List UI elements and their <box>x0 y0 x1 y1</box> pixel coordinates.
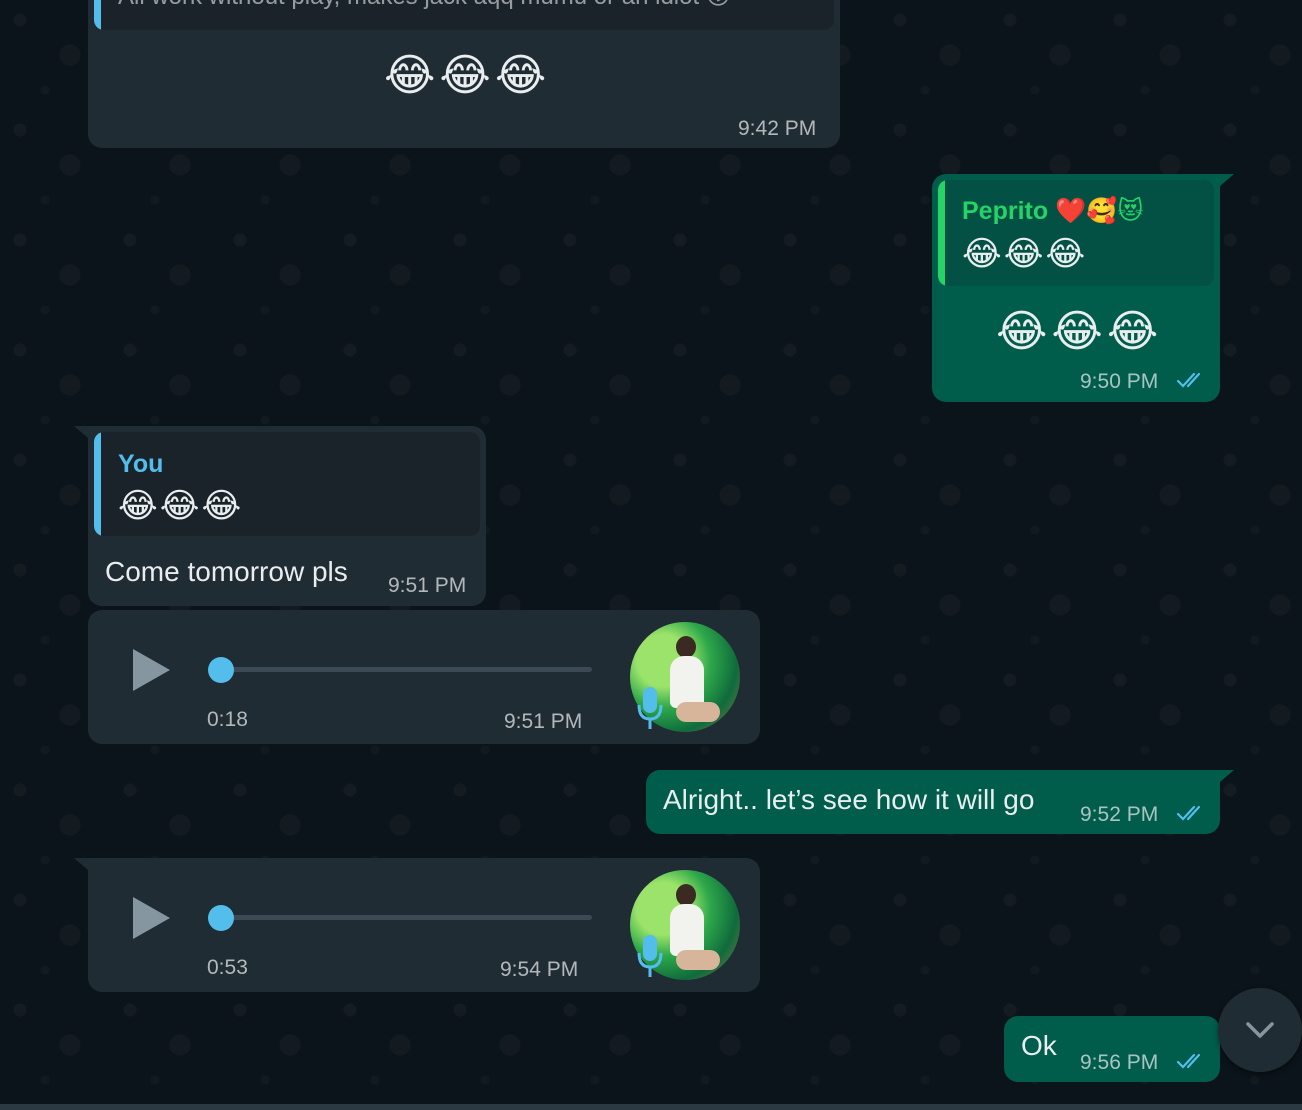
message-time: 9:54 PM <box>500 958 579 981</box>
chevron-down-icon <box>1246 1022 1274 1038</box>
quote-text: 😂😂😂 <box>118 487 244 525</box>
emoji-text: 😂😂😂 <box>996 307 1163 356</box>
quote-bar <box>94 432 101 536</box>
outgoing-message-2[interactable]: Peprito ❤️🥰😻 😂😂😂 😂😂😂 9:50 PM <box>932 174 1220 402</box>
mic-icon <box>637 935 663 977</box>
avatar-legs <box>676 702 720 722</box>
mic-icon <box>637 687 663 729</box>
quote-bar <box>938 180 945 286</box>
outgoing-message-7[interactable]: Ok 9:56 PM <box>1004 1016 1220 1082</box>
scroll-to-bottom-button[interactable] <box>1218 988 1302 1072</box>
voice-message-1[interactable]: 0:18 9:51 PM <box>88 610 760 744</box>
message-time: 9:56 PM <box>1080 1051 1159 1074</box>
composer-edge <box>0 1104 1302 1110</box>
audio-progress-knob[interactable] <box>208 657 234 683</box>
message-text: Come tomorrow pls <box>105 556 348 587</box>
audio-progress-track[interactable] <box>208 667 592 672</box>
audio-progress-knob[interactable] <box>208 905 234 931</box>
outgoing-message-5[interactable]: Alright.. let’s see how it will go 9:52 … <box>646 770 1220 834</box>
avatar-body <box>670 904 704 956</box>
bubble-tail <box>1220 174 1234 186</box>
voice-duration: 0:53 <box>207 956 248 979</box>
avatar-head <box>676 636 696 658</box>
message-time: 9:50 PM <box>1080 370 1159 393</box>
audio-progress-track[interactable] <box>208 915 592 920</box>
message-time: 9:52 PM <box>1080 803 1159 826</box>
quote-text: 😂😂😂 <box>962 235 1088 273</box>
bubble-tail <box>1220 770 1234 782</box>
message-text: Alright.. let’s see how it will go <box>663 784 1035 815</box>
play-icon[interactable] <box>133 897 170 939</box>
quoted-message[interactable]: You 😂😂😂 <box>94 432 480 536</box>
avatar-legs <box>676 950 720 970</box>
voice-message-2[interactable]: 0:53 9:54 PM <box>88 858 760 992</box>
emoji-text: 😂😂😂 <box>384 51 551 100</box>
quoted-message[interactable]: Peprito ❤️🥰😻 😂😂😂 <box>938 180 1214 286</box>
avatar-body <box>670 656 704 708</box>
double-check-icon <box>1176 805 1201 821</box>
quote-author: Peprito ❤️🥰😻 <box>962 197 1144 225</box>
double-check-icon <box>1176 1053 1201 1069</box>
incoming-message-1[interactable]: All work without play, makes jack aqq mu… <box>88 0 840 148</box>
play-icon[interactable] <box>133 649 170 691</box>
voice-duration: 0:18 <box>207 708 248 731</box>
double-check-icon <box>1176 372 1201 388</box>
bubble-tail <box>74 426 88 438</box>
message-time: 9:51 PM <box>388 574 467 597</box>
message-time: 9:42 PM <box>738 117 817 140</box>
quote-author: You <box>118 450 164 478</box>
quoted-text: All work without play, makes jack aqq mu… <box>118 0 731 11</box>
avatar-head <box>676 884 696 906</box>
bubble-tail <box>74 858 88 870</box>
message-text: Ok <box>1021 1030 1057 1061</box>
incoming-message-3[interactable]: You 😂😂😂 Come tomorrow pls 9:51 PM <box>88 426 486 606</box>
quote-bar <box>94 0 101 30</box>
message-time: 9:51 PM <box>504 710 583 733</box>
quoted-message[interactable]: All work without play, makes jack aqq mu… <box>94 0 834 30</box>
